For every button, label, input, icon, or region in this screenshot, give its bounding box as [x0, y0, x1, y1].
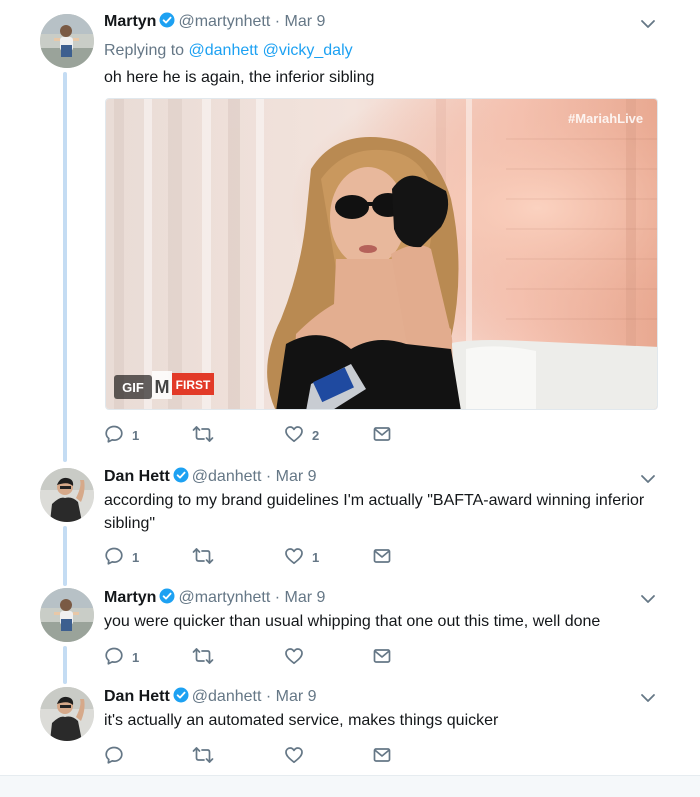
chevron-down-icon[interactable]	[638, 14, 658, 34]
mention-link[interactable]: @danhett	[189, 42, 259, 59]
separator-dot: ·	[265, 468, 272, 485]
tweet-header: Dan Hett @danhett · Mar 9	[104, 467, 317, 489]
retweet-button[interactable]	[192, 423, 222, 447]
reply-button[interactable]	[104, 744, 132, 768]
retweet-button[interactable]	[192, 744, 222, 768]
retweet-button[interactable]	[192, 545, 222, 569]
reply-count: 1	[132, 649, 140, 665]
tweet-text: according to my brand guidelines I'm act…	[104, 489, 664, 535]
gif-badge: GIF	[122, 380, 144, 395]
tweet-header: Martyn @martynhett · Mar 9	[104, 588, 325, 610]
tweet-date[interactable]: Mar 9	[285, 589, 326, 606]
retweet-icon	[192, 424, 214, 447]
tweet-thread: Martyn @martynhett · Mar 9 Replying to @d…	[0, 0, 700, 797]
verified-badge-icon	[173, 687, 189, 709]
chevron-down-icon[interactable]	[638, 688, 658, 708]
avatar[interactable]	[40, 588, 94, 642]
author-name[interactable]: Martyn	[104, 13, 156, 30]
verified-badge-icon	[173, 467, 189, 489]
avatar[interactable]	[40, 687, 94, 741]
direct-message-button[interactable]	[372, 744, 392, 768]
like-button[interactable]: 2	[284, 423, 319, 447]
tweet-date[interactable]: Mar 9	[276, 688, 317, 705]
author-name[interactable]: Dan Hett	[104, 688, 170, 705]
like-icon	[284, 745, 304, 768]
separator-dot: ·	[274, 13, 281, 30]
direct-message-icon	[372, 424, 392, 447]
media-watermark: #MariahLive	[568, 111, 643, 126]
tweet-date[interactable]: Mar 9	[276, 468, 317, 485]
replying-label: Replying to	[104, 42, 185, 59]
separator-dot: ·	[265, 688, 272, 705]
direct-message-icon	[372, 745, 392, 768]
like-count: 1	[312, 549, 320, 565]
avatar[interactable]	[40, 14, 94, 68]
author-handle[interactable]: @martynhett	[178, 589, 270, 606]
author-handle[interactable]: @martynhett	[178, 13, 270, 30]
tweet-actions: 1 1	[104, 545, 504, 569]
chevron-down-icon[interactable]	[638, 589, 658, 609]
avatar[interactable]	[40, 468, 94, 522]
like-icon	[284, 424, 304, 447]
direct-message-icon	[372, 646, 392, 669]
author-name[interactable]: Martyn	[104, 589, 156, 606]
separator-dot: ·	[274, 589, 281, 606]
tweet[interactable]: Dan Hett @danhett · Mar 9 according to my…	[0, 460, 700, 580]
retweet-icon	[192, 745, 214, 768]
reply-icon	[104, 424, 124, 447]
reply-icon	[104, 745, 124, 768]
reply-button[interactable]: 1	[104, 423, 139, 447]
like-icon	[284, 646, 304, 669]
verified-badge-icon	[159, 12, 175, 34]
direct-message-button[interactable]	[372, 645, 392, 669]
reply-icon	[104, 546, 124, 569]
tweet[interactable]: Martyn @martynhett · Mar 9 Replying to @d…	[0, 0, 700, 460]
retweet-icon	[192, 546, 214, 569]
reply-count: 1	[132, 427, 140, 443]
tweet-actions: 1 2	[104, 423, 504, 447]
verified-badge-icon	[159, 588, 175, 610]
like-count: 2	[312, 427, 320, 443]
direct-message-icon	[372, 546, 392, 569]
author-name[interactable]: Dan Hett	[104, 468, 170, 485]
gif-media[interactable]: #MariahLive GIF M FIRST	[105, 98, 658, 410]
tweet-actions: 1	[104, 645, 504, 669]
mention-link[interactable]: @vicky_daly	[263, 42, 353, 59]
author-handle[interactable]: @danhett	[192, 688, 262, 705]
reply-icon	[104, 646, 124, 669]
reply-button[interactable]: 1	[104, 545, 139, 569]
tweet-text-line: sibling"	[104, 515, 156, 532]
author-handle[interactable]: @danhett	[192, 468, 262, 485]
tweet-text: it's actually an automated service, make…	[104, 712, 499, 729]
direct-message-button[interactable]	[372, 545, 392, 569]
tweet-actions	[104, 744, 504, 768]
svg-text:M: M	[155, 377, 170, 397]
chevron-down-icon[interactable]	[638, 469, 658, 489]
reply-button[interactable]: 1	[104, 645, 139, 669]
first-badge: FIRST	[176, 378, 211, 392]
retweet-icon	[192, 646, 214, 669]
direct-message-button[interactable]	[372, 423, 392, 447]
tweet[interactable]: Martyn @martynhett · Mar 9 you were quick…	[0, 580, 700, 680]
tweet-text-line: according to my brand guidelines I'm act…	[104, 492, 645, 509]
replying-to: Replying to @danhett @vicky_daly	[104, 41, 353, 61]
reply-count: 1	[132, 549, 140, 565]
tweet-header: Dan Hett @danhett · Mar 9	[104, 687, 317, 709]
page-footer-strip	[0, 775, 700, 797]
tweet[interactable]: Dan Hett @danhett · Mar 9 it's actually a…	[0, 680, 700, 775]
like-button[interactable]	[284, 645, 312, 669]
tweet-date[interactable]: Mar 9	[285, 13, 326, 30]
tweet-text: oh here he is again, the inferior siblin…	[104, 69, 375, 86]
tweet-header: Martyn @martynhett · Mar 9	[104, 12, 325, 34]
like-button[interactable]: 1	[284, 545, 319, 569]
tweet-text: you were quicker than usual whipping tha…	[104, 613, 601, 630]
retweet-button[interactable]	[192, 645, 222, 669]
like-icon	[284, 546, 304, 569]
like-button[interactable]	[284, 744, 312, 768]
